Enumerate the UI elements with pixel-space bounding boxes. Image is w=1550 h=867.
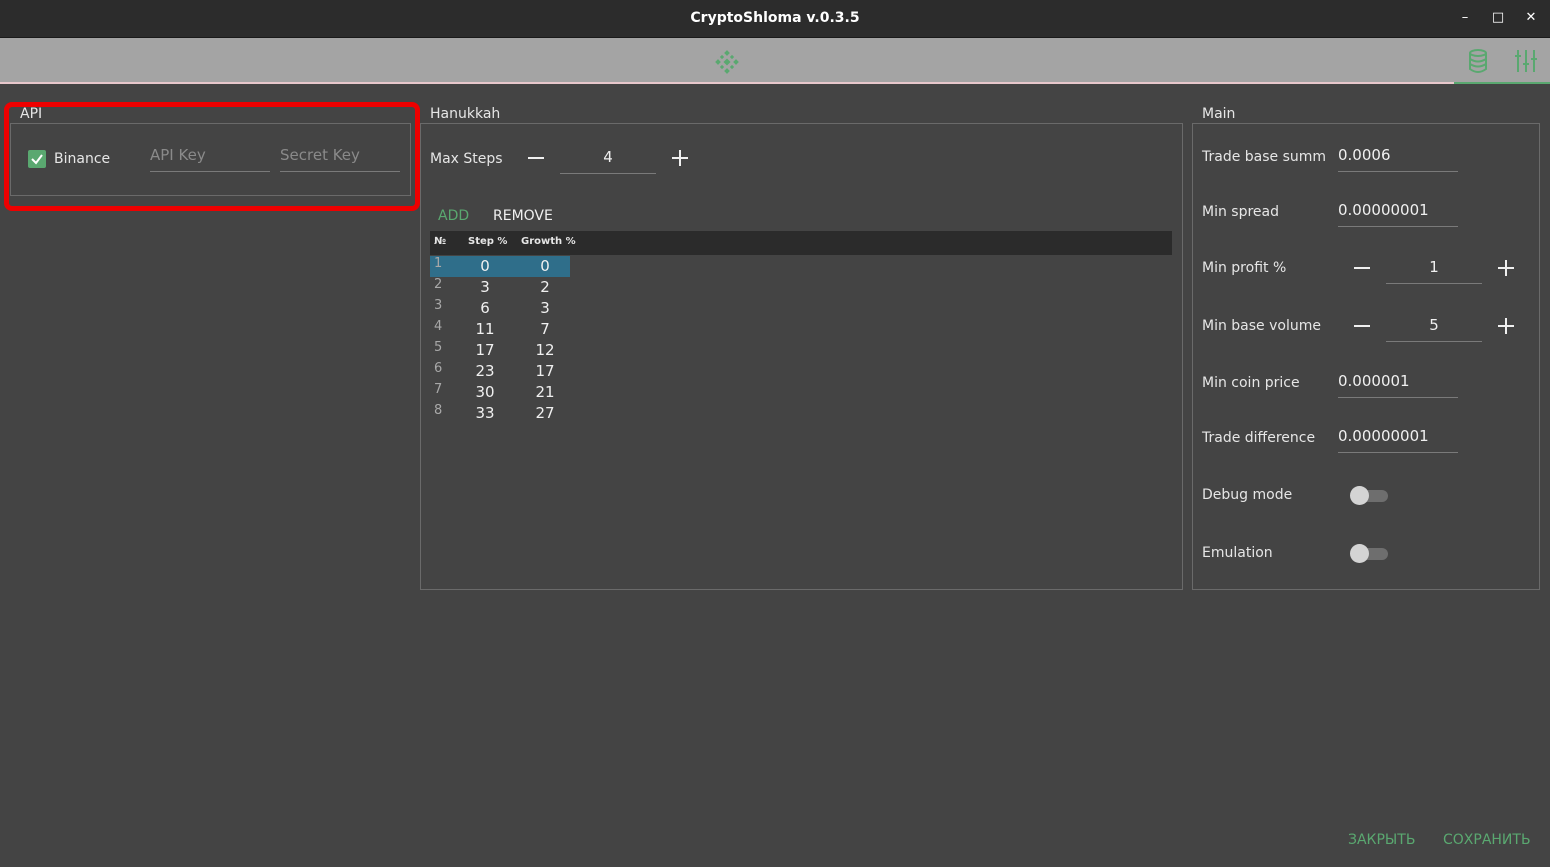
step-cell[interactable]: 23 <box>460 362 510 380</box>
column-header-growth: Growth % <box>521 236 576 247</box>
window-title: CryptoShloma v.0.3.5 <box>690 10 860 26</box>
emulation-label: Emulation <box>1202 545 1273 561</box>
step-cell[interactable]: 6 <box>460 299 510 317</box>
table-row[interactable]: 4 11 7 <box>430 319 570 340</box>
min-base-volume-input[interactable] <box>1386 311 1482 339</box>
growth-cell[interactable]: 17 <box>520 362 570 380</box>
row-number: 5 <box>434 340 443 355</box>
main-group-title: Main <box>1202 106 1236 122</box>
close-button[interactable]: ЗАКРЫТЬ <box>1348 832 1415 848</box>
table-row[interactable]: 6 23 17 <box>430 361 570 382</box>
table-row[interactable]: 8 33 27 <box>430 403 570 424</box>
growth-cell[interactable]: 0 <box>520 257 570 275</box>
max-steps-label: Max Steps <box>430 151 503 167</box>
step-cell[interactable]: 3 <box>460 278 510 296</box>
row-number: 4 <box>434 319 443 334</box>
min-profit-input[interactable] <box>1386 253 1482 281</box>
trade-base-summ-input[interactable] <box>1338 141 1458 169</box>
table-row[interactable]: 3 6 3 <box>430 298 570 319</box>
main-group-box <box>1192 123 1540 590</box>
min-base-volume-increment-button[interactable] <box>1495 315 1517 337</box>
row-number: 6 <box>434 361 443 376</box>
max-steps-field[interactable] <box>560 143 656 174</box>
column-header-number: № <box>434 236 447 247</box>
emulation-toggle[interactable] <box>1350 543 1390 563</box>
step-cell[interactable]: 17 <box>460 341 510 359</box>
remove-button[interactable]: REMOVE <box>493 208 553 224</box>
min-profit-field[interactable] <box>1386 253 1482 284</box>
growth-cell[interactable]: 12 <box>520 341 570 359</box>
step-cell[interactable]: 33 <box>460 404 510 422</box>
min-coin-price-label: Min coin price <box>1202 375 1300 391</box>
debug-mode-toggle[interactable] <box>1350 485 1390 505</box>
row-number: 2 <box>434 277 443 292</box>
min-coin-price-field[interactable] <box>1338 367 1458 398</box>
row-number: 7 <box>434 382 443 397</box>
minimize-button[interactable]: – <box>1456 9 1474 27</box>
growth-cell[interactable]: 21 <box>520 383 570 401</box>
min-coin-price-input[interactable] <box>1338 367 1458 395</box>
column-header-step: Step % <box>468 236 508 247</box>
max-steps-decrement-button[interactable] <box>525 147 547 169</box>
step-cell[interactable]: 0 <box>460 257 510 275</box>
step-cell[interactable]: 11 <box>460 320 510 338</box>
tab-indicator-active <box>1454 82 1550 84</box>
trade-base-summ-label: Trade base summ <box>1202 149 1327 165</box>
trade-difference-label: Trade difference <box>1202 430 1316 446</box>
min-profit-label: Min profit % <box>1202 260 1287 276</box>
min-base-volume-decrement-button[interactable] <box>1351 315 1373 337</box>
save-button[interactable]: СОХРАНИТЬ <box>1443 832 1531 848</box>
tab-indicator-line <box>0 82 1454 84</box>
row-number: 1 <box>434 256 443 271</box>
growth-cell[interactable]: 27 <box>520 404 570 422</box>
debug-mode-label: Debug mode <box>1202 487 1293 503</box>
min-base-volume-label: Min base volume <box>1202 318 1321 334</box>
min-profit-increment-button[interactable] <box>1495 257 1517 279</box>
sliders-icon[interactable] <box>1514 48 1538 74</box>
row-number: 8 <box>434 403 443 418</box>
growth-cell[interactable]: 3 <box>520 299 570 317</box>
min-base-volume-field[interactable] <box>1386 311 1482 342</box>
min-spread-label: Min spread <box>1202 204 1279 220</box>
min-spread-input[interactable] <box>1338 196 1458 224</box>
step-cell[interactable]: 30 <box>460 383 510 401</box>
trade-difference-input[interactable] <box>1338 422 1458 450</box>
trade-difference-field[interactable] <box>1338 422 1458 453</box>
add-button[interactable]: ADD <box>438 208 469 224</box>
growth-cell[interactable]: 7 <box>520 320 570 338</box>
api-highlight-frame <box>4 102 420 211</box>
title-bar: CryptoShloma v.0.3.5 – □ ✕ <box>0 0 1550 38</box>
binance-icon[interactable] <box>715 50 739 74</box>
min-profit-decrement-button[interactable] <box>1351 257 1373 279</box>
max-steps-input[interactable] <box>560 143 656 171</box>
table-row[interactable]: 1 0 0 <box>430 256 570 277</box>
toolbar <box>0 38 1550 84</box>
close-window-button[interactable]: ✕ <box>1522 9 1540 27</box>
table-row[interactable]: 7 30 21 <box>430 382 570 403</box>
maximize-button[interactable]: □ <box>1489 9 1507 27</box>
table-row[interactable]: 5 17 12 <box>430 340 570 361</box>
min-spread-field[interactable] <box>1338 196 1458 227</box>
table-row[interactable]: 2 3 2 <box>430 277 570 298</box>
row-number: 3 <box>434 298 443 313</box>
database-icon[interactable] <box>1466 48 1490 74</box>
trade-base-summ-field[interactable] <box>1338 141 1458 172</box>
growth-cell[interactable]: 2 <box>520 278 570 296</box>
hanukkah-group-title: Hanukkah <box>430 106 501 122</box>
max-steps-increment-button[interactable] <box>669 147 691 169</box>
